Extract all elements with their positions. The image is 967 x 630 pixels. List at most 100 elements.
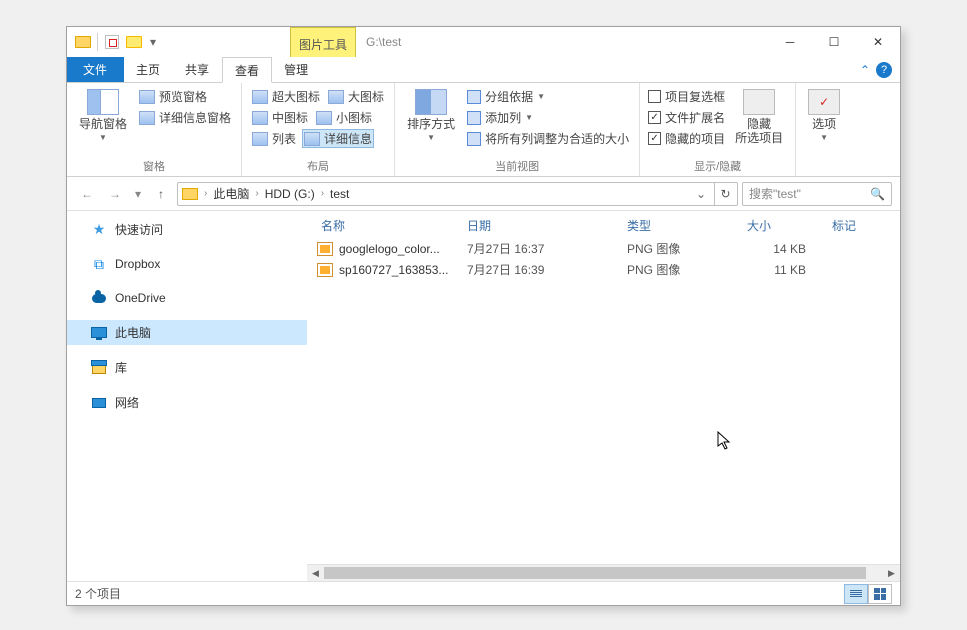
pc-icon [91, 327, 107, 338]
chk-itembox[interactable]: 项目复选框 [648, 87, 725, 106]
refresh-button[interactable]: ↻ [714, 182, 738, 206]
cloud-icon [92, 294, 106, 303]
network-icon [92, 398, 106, 408]
groupby-icon [467, 90, 481, 104]
addcolumn-icon [467, 111, 481, 125]
chevron-right-icon[interactable]: › [255, 188, 258, 199]
col-name[interactable]: 名称 [317, 217, 467, 234]
search-box[interactable]: 搜索"test" 🔍 [742, 182, 892, 206]
tab-home[interactable]: 主页 [124, 57, 173, 82]
star-icon: ★ [93, 221, 106, 238]
ribbon: 导航窗格 ▼ 预览窗格 详细信息窗格 窗格 超大图标 大图标 中图标 小图标 [67, 83, 900, 177]
sort-button[interactable]: 排序方式 ▼ [403, 87, 459, 156]
scroll-thumb[interactable] [324, 567, 866, 579]
list-icon [252, 132, 268, 146]
file-name: sp160727_163853... [339, 263, 467, 277]
fitcolumns-button[interactable]: 将所有列调整为合适的大小 [465, 129, 631, 148]
collapse-ribbon-icon[interactable]: ⌃ [860, 63, 870, 77]
ribbon-tabs: 文件 主页 共享 查看 管理 ⌃ ? [67, 57, 900, 83]
col-size[interactable]: 大小 [747, 217, 832, 234]
col-type[interactable]: 类型 [627, 217, 747, 234]
crumb-pc[interactable]: 此电脑 [209, 183, 253, 204]
file-size: 14 KB [747, 242, 832, 256]
details-view-button[interactable] [844, 584, 868, 604]
close-button[interactable]: ✕ [856, 27, 900, 57]
forward-button[interactable]: → [103, 182, 127, 206]
nav-net-label: 网络 [115, 394, 139, 411]
nav-pane-button[interactable]: 导航窗格 ▼ [75, 87, 131, 156]
tab-file[interactable]: 文件 [67, 57, 124, 82]
minimize-button[interactable]: ─ [768, 27, 812, 57]
body: ★快速访问 ⧉Dropbox OneDrive 此电脑 库 网络 名称 日期 类… [67, 211, 900, 564]
chevron-right-icon[interactable]: › [204, 188, 207, 199]
layout-medium-label: 中图标 [272, 109, 308, 126]
horizontal-scrollbar[interactable]: ◀ ▶ [307, 564, 900, 581]
properties-icon[interactable] [102, 32, 122, 52]
thumbnails-view-button[interactable] [868, 584, 892, 604]
options-button[interactable]: ✓ 选项 ▼ [804, 87, 844, 160]
hide-label-1: 隐藏 [747, 117, 771, 131]
hide-label-2: 所选项目 [735, 131, 783, 145]
nav-onedrive[interactable]: OneDrive [67, 286, 307, 310]
details-pane-label: 详细信息窗格 [159, 109, 231, 126]
small-icon [316, 111, 332, 125]
scroll-right-icon[interactable]: ▶ [883, 565, 900, 582]
nav-network[interactable]: 网络 [67, 390, 307, 415]
details-view-icon [850, 590, 862, 597]
hide-selected-button[interactable]: 隐藏所选项目 [731, 87, 787, 156]
chk-hidden[interactable]: ✓隐藏的项目 [648, 129, 725, 148]
nav-dropbox[interactable]: ⧉Dropbox [67, 252, 307, 276]
navigation-pane[interactable]: ★快速访问 ⧉Dropbox OneDrive 此电脑 库 网络 [67, 211, 307, 564]
new-folder-icon[interactable] [124, 32, 144, 52]
groupby-button[interactable]: 分组依据 ▼ [465, 87, 631, 106]
preview-pane-button[interactable]: 预览窗格 [137, 87, 233, 106]
dropbox-icon: ⧉ [94, 256, 104, 273]
layout-medium[interactable]: 中图标 [250, 108, 310, 127]
file-list: 名称 日期 类型 大小 标记 googlelogo_color... 7月27日… [307, 211, 900, 564]
col-tag[interactable]: 标记 [832, 217, 890, 234]
back-button[interactable]: ← [75, 182, 99, 206]
layout-xlarge[interactable]: 超大图标 [250, 87, 322, 106]
tab-share[interactable]: 共享 [173, 57, 222, 82]
recent-dropdown[interactable]: ▾ [131, 182, 145, 206]
group-panes-label: 窗格 [75, 156, 233, 174]
nav-libraries[interactable]: 库 [67, 355, 307, 380]
nav-lib-label: 库 [115, 359, 127, 376]
layout-details[interactable]: 详细信息 [302, 129, 374, 148]
nav-quick-access[interactable]: ★快速访问 [67, 217, 307, 242]
up-button[interactable]: ↑ [149, 182, 173, 206]
details-pane-icon [139, 111, 155, 125]
col-date[interactable]: 日期 [467, 217, 627, 234]
addcolumn-button[interactable]: 添加列 ▼ [465, 108, 631, 127]
group-panes: 导航窗格 ▼ 预览窗格 详细信息窗格 窗格 [67, 83, 242, 176]
xlarge-icon [252, 90, 268, 104]
nav-pc-label: 此电脑 [115, 324, 151, 341]
checkbox-icon: ✓ [648, 132, 661, 145]
scroll-left-icon[interactable]: ◀ [307, 565, 324, 582]
crumb-folder[interactable]: test [326, 185, 353, 203]
layout-details-label: 详细信息 [324, 130, 372, 147]
address-dropdown-icon[interactable]: ⌄ [692, 187, 710, 201]
group-showhide: 项目复选框 ✓文件扩展名 ✓隐藏的项目 隐藏所选项目 显示/隐藏 [640, 83, 796, 176]
chevron-right-icon[interactable]: › [321, 188, 324, 199]
details-icon [304, 132, 320, 146]
layout-list[interactable]: 列表 [250, 129, 298, 148]
file-row[interactable]: googlelogo_color... 7月27日 16:37 PNG 图像 1… [317, 238, 890, 259]
address-bar[interactable]: › 此电脑 › HDD (G:) › test ⌄ [177, 182, 715, 206]
file-row[interactable]: sp160727_163853... 7月27日 16:39 PNG 图像 11… [317, 259, 890, 280]
crumb-drive[interactable]: HDD (G:) [261, 185, 319, 203]
qat-dropdown-icon[interactable]: ▾ [146, 35, 160, 49]
fitcolumns-icon [467, 132, 481, 146]
tab-view[interactable]: 查看 [222, 57, 272, 83]
maximize-button[interactable]: ☐ [812, 27, 856, 57]
details-pane-button[interactable]: 详细信息窗格 [137, 108, 233, 127]
sort-icon [415, 89, 447, 115]
nav-this-pc[interactable]: 此电脑 [67, 320, 307, 345]
layout-large[interactable]: 大图标 [326, 87, 386, 106]
chk-ext[interactable]: ✓文件扩展名 [648, 108, 725, 127]
layout-small[interactable]: 小图标 [314, 108, 374, 127]
hide-icon [743, 89, 775, 115]
large-icon [328, 90, 344, 104]
tab-manage[interactable]: 管理 [272, 57, 321, 82]
help-icon[interactable]: ? [876, 62, 892, 78]
